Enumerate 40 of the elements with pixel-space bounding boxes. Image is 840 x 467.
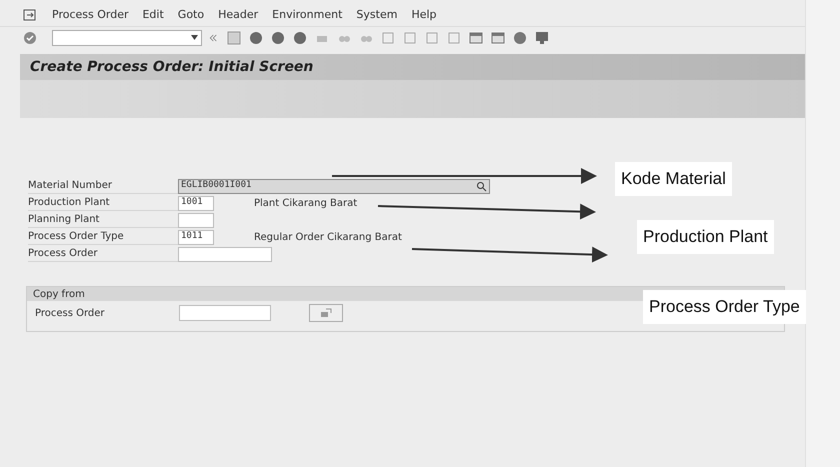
field-description: Plant Cikarang Barat [254,196,358,210]
menu-icon[interactable] [22,7,38,23]
copy-icon [320,308,332,318]
copy-button[interactable] [309,304,343,322]
input-field[interactable] [179,305,271,321]
menu-item[interactable]: Goto [178,6,204,24]
field-label: Process Order Type [28,229,178,245]
menu-item[interactable]: Help [411,6,437,24]
callout-label: Kode Material [615,162,732,196]
check-icon[interactable] [22,30,38,46]
field-label: Process Order [28,246,178,262]
window-icon[interactable] [468,30,484,46]
group-title: Copy from [33,288,85,302]
field-description: Regular Order Cikarang Barat [254,230,402,244]
input-field[interactable]: 1001 [178,196,214,210]
page-icon[interactable] [424,30,440,46]
field-label: Planning Plant [28,212,178,228]
menu-item[interactable]: System [356,6,398,24]
screen-title: Create Process Order: Initial Screen [30,58,314,76]
command-field[interactable] [52,30,202,46]
callout-label: Production Plant [637,220,774,254]
input-field[interactable] [178,212,214,228]
window-icon[interactable] [490,30,506,46]
menu-item[interactable]: Header [218,6,258,24]
field-label: Material Number [28,178,178,194]
dropdown-icon [191,35,198,40]
page-icon[interactable] [380,30,396,46]
page-icon[interactable] [446,30,462,46]
menu-item[interactable]: Edit [142,6,164,24]
field-label: Process Order [35,306,106,320]
monitor-icon[interactable] [534,30,550,46]
input-field[interactable]: EGLIB0001I001 [178,178,490,194]
search-icon[interactable] [476,180,487,192]
input-field[interactable] [178,246,272,262]
input-field[interactable]: 1011 [178,230,214,244]
page-icon[interactable] [402,30,418,46]
field-label: Production Plant [28,195,178,211]
menu-item[interactable]: Environment [272,6,342,24]
callout-label: Process Order Type [643,290,806,324]
menu-item[interactable]: Process Order [52,6,128,24]
